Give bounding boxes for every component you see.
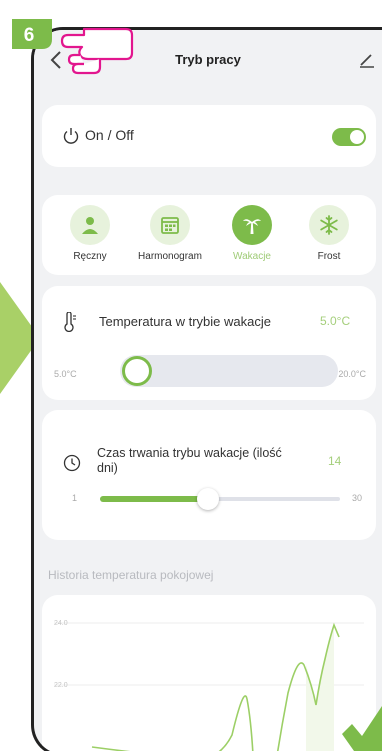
duration-card: Czas trwania trybu wakacje (ilość dni) 1… — [42, 410, 376, 540]
duration-slider-handle[interactable] — [197, 488, 219, 510]
power-icon — [63, 128, 79, 144]
mode-manual-label: Ręczny — [73, 251, 107, 262]
duration-max-label: 30 — [351, 493, 362, 503]
power-toggle[interactable] — [332, 128, 366, 146]
person-icon — [82, 217, 98, 234]
duration-min-label: 1 — [72, 493, 78, 503]
temperature-card: Temperatura w trybie wakacje 5.0°C 5.0°C… — [42, 286, 376, 400]
mode-frost-circle — [309, 205, 349, 245]
mode-frost-label: Frost — [317, 251, 341, 262]
snowflake-icon — [320, 215, 338, 235]
palm-tree-icon — [243, 219, 261, 234]
mode-manual-circle — [70, 205, 110, 245]
calendar-icon — [161, 217, 179, 234]
mode-frost[interactable]: Frost — [289, 205, 369, 262]
duration-value: 14 — [328, 454, 342, 468]
history-chart: 24.0 22.0 — [42, 595, 376, 751]
step-badge: 6 — [12, 19, 52, 49]
mode-vacation-circle — [232, 205, 272, 245]
thermometer-icon — [64, 312, 76, 332]
clock-icon — [63, 454, 81, 472]
phone-frame: Tryb pracy On / Off Ręczny Harmonogram W… — [31, 27, 382, 751]
temperature-min-label: 5.0°C — [54, 369, 77, 379]
y-label-mid: 22.0 — [54, 682, 68, 689]
step-number: 6 — [24, 25, 35, 46]
check-icon — [342, 706, 382, 751]
history-title: Historia temperatura pokojowej — [48, 568, 214, 582]
mode-selector: Ręczny Harmonogram Wakacje Frost — [42, 195, 376, 275]
pointing-hand-icon — [60, 27, 134, 75]
power-label: On / Off — [85, 127, 134, 143]
y-label-top: 24.0 — [54, 620, 68, 627]
temperature-slider[interactable] — [120, 355, 338, 387]
temperature-value: 5.0°C — [320, 314, 351, 328]
temperature-slider-handle[interactable] — [122, 356, 152, 386]
mode-manual[interactable]: Ręczny — [50, 205, 130, 262]
toggle-knob — [350, 130, 364, 144]
duration-slider-fill — [100, 496, 208, 502]
mode-schedule[interactable]: Harmonogram — [130, 205, 210, 262]
pencil-icon[interactable] — [358, 50, 376, 68]
mode-schedule-label: Harmonogram — [138, 251, 202, 262]
temperature-label: Temperatura w trybie wakacje — [99, 314, 271, 329]
duration-label: Czas trwania trybu wakacje (ilość dni) — [97, 446, 282, 475]
temperature-max-label: 20.0°C — [338, 369, 366, 379]
mode-vacation-label: Wakacje — [233, 251, 271, 262]
history-area-fill — [306, 625, 334, 751]
history-line-a — [91, 695, 254, 751]
mode-schedule-circle — [150, 205, 190, 245]
history-chart-svg: 24.0 22.0 — [54, 620, 364, 751]
power-card: On / Off — [42, 105, 376, 167]
mode-vacation[interactable]: Wakacje — [212, 205, 292, 262]
